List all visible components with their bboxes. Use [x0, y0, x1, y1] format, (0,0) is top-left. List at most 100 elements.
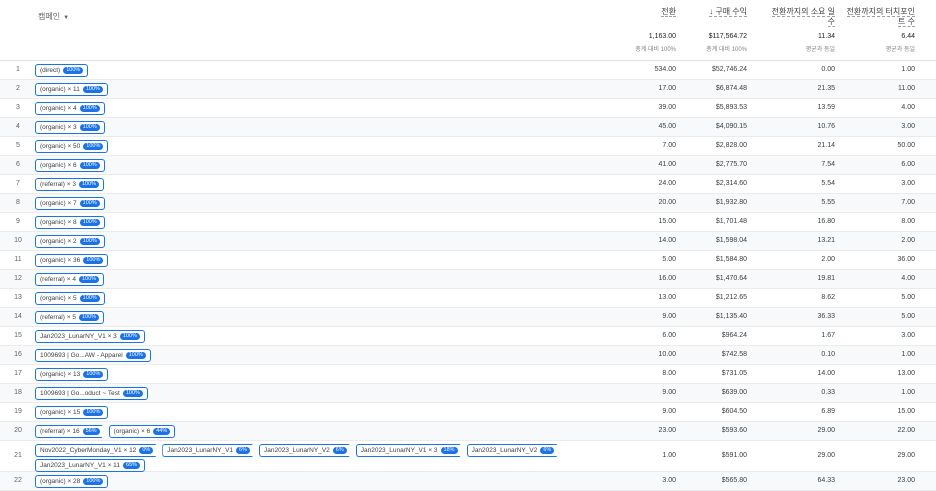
- path-step-share-badge: 100%: [79, 200, 100, 207]
- conversions-value: 7.00: [662, 142, 676, 149]
- path-step-chip[interactable]: (organic) × 4 100%: [35, 102, 105, 115]
- days-value: 0.33: [821, 389, 835, 396]
- path-step-share-badge: 100%: [63, 67, 84, 74]
- table-row[interactable]: 8 (organic) × 7 100% 20.00 $1,932.80 5.55 7.00: [0, 194, 936, 213]
- path-step-label: (organic) × 2: [40, 238, 77, 245]
- conversion-path: (organic) × 3 100%: [35, 121, 595, 134]
- table-row[interactable]: 10 (organic) × 2 100% 14.00 $1,598.04 13.21 2.…: [0, 232, 936, 251]
- table-row[interactable]: 20 (referral) × 16 56% (organic) × 6 44% 23.0…: [0, 422, 936, 441]
- conversion-path: (organic) × 6 100%: [35, 159, 595, 172]
- path-step-chip[interactable]: (organic) × 8 100%: [35, 216, 105, 229]
- days-value: 5.55: [821, 199, 835, 206]
- table-row[interactable]: 2 (organic) × 11 100% 17.00 $6,874.48 21.35 11…: [0, 80, 936, 99]
- conversions-value: 6.00: [662, 332, 676, 339]
- path-step-chip[interactable]: Jan2023_LunarNY_V1 × 3 100%: [35, 330, 145, 343]
- table-row[interactable]: 16 1009693 | Go...AW - Apparel 100% 10.00 $7…: [0, 346, 936, 365]
- path-step-label: Nov2022_CyberMonday_V1 × 12: [40, 447, 137, 454]
- path-step-share-badge: 100%: [82, 86, 103, 93]
- revenue-value: $1,470.64: [715, 275, 747, 282]
- path-step-chip[interactable]: (organic) × 11 100%: [35, 83, 108, 96]
- days-value: 10.76: [817, 123, 835, 130]
- conversion-path: (organic) × 36 100%: [35, 254, 595, 267]
- days-value: 16.80: [817, 218, 835, 225]
- path-step-label: (referral) × 16: [40, 428, 80, 435]
- path-step-chip[interactable]: (organic) × 6 100%: [35, 159, 105, 172]
- table-row[interactable]: 9 (organic) × 8 100% 15.00 $1,701.48 16.80 8.0…: [0, 213, 936, 232]
- metric-conversions[interactable]: 전환 1,163.00 총계 대비 100%: [635, 7, 676, 57]
- row-index: 7: [16, 180, 20, 187]
- table-row[interactable]: 6 (organic) × 6 100% 41.00 $2,775.70 7.54 6.00: [0, 156, 936, 175]
- conversions-value: 16.00: [658, 275, 676, 282]
- row-index: 16: [14, 351, 22, 358]
- table-row[interactable]: 19 (organic) × 15 100% 9.00 $604.50 6.89 15.00: [0, 403, 936, 422]
- table-row[interactable]: 14 (referral) × 5 100% 9.00 $1,135.40 36.33 5.…: [0, 308, 936, 327]
- touchpoints-value: 6.00: [901, 161, 915, 168]
- path-step-share-badge: 0%: [139, 447, 153, 454]
- path-step-chip[interactable]: 1009693 | Go...oduct ~ Test 100%: [35, 387, 148, 400]
- path-step-chip[interactable]: (organic) × 5 100%: [35, 292, 105, 305]
- path-step-label: (organic) × 4: [40, 105, 77, 112]
- revenue-value: $604.50: [721, 408, 747, 415]
- dimension-selector[interactable]: 캠페인 ▼: [38, 11, 69, 22]
- table-row[interactable]: 18 1009693 | Go...oduct ~ Test 100% 9.00 $63…: [0, 384, 936, 403]
- touchpoints-value: 1.00: [901, 66, 915, 73]
- path-step-label: 1009693 | Go...oduct ~ Test: [40, 390, 120, 397]
- days-value: 13.59: [817, 104, 835, 111]
- table-row[interactable]: 4 (organic) × 3 100% 45.00 $4,090.15 10.76 3.0…: [0, 118, 936, 137]
- touchpoints-value: 3.00: [901, 123, 915, 130]
- days-value: 6.89: [821, 408, 835, 415]
- row-index: 8: [16, 199, 20, 206]
- path-step-chip[interactable]: (organic) × 13 100%: [35, 368, 109, 381]
- path-step-chip[interactable]: (referral) × 4 100%: [35, 273, 105, 286]
- revenue-value: $964.24: [721, 332, 747, 339]
- table-row[interactable]: 3 (organic) × 4 100% 39.00 $5,893.53 13.59 4.0…: [0, 99, 936, 118]
- path-step-chip[interactable]: (organic) × 15 100%: [35, 406, 109, 419]
- path-step-chip[interactable]: Jan2023_LunarNY_V1 × 3 18%: [356, 444, 466, 457]
- path-step-chip[interactable]: Jan2023_LunarNY_V1 × 11 65%: [35, 459, 145, 472]
- metric-days-to-conversion[interactable]: 전환까지의 소요 일 수 11.34 평균과 동일: [771, 7, 835, 57]
- path-step-chip[interactable]: Nov2022_CyberMonday_V1 × 12 0%: [35, 444, 161, 457]
- metric-touchpoints-to-conversion[interactable]: 전환까지의 터치포인 트 수 6.44 평균과 동일: [846, 7, 915, 57]
- path-step-chip[interactable]: Jan2023_LunarNY_V1 6%: [162, 444, 258, 457]
- dimension-label: 캠페인: [38, 12, 61, 21]
- touchpoints-value: 4.00: [901, 104, 915, 111]
- path-step-chip[interactable]: (organic) × 50 100%: [35, 140, 109, 153]
- path-step-chip[interactable]: Jan2023_LunarNY_V2 6%: [259, 444, 355, 457]
- row-index: 15: [14, 332, 22, 339]
- revenue-value: $5,893.53: [715, 104, 747, 111]
- path-step-chip[interactable]: (referral) × 5 100%: [35, 311, 105, 324]
- table-row[interactable]: 7 (referral) × 3 100% 24.00 $2,314.60 5.54 3.0…: [0, 175, 936, 194]
- path-step-chip[interactable]: Jan2023_LunarNY_V2 6%: [467, 444, 563, 457]
- touchpoints-value: 23.00: [897, 477, 915, 484]
- touchpoints-value: 3.00: [901, 180, 915, 187]
- path-step-chip[interactable]: 1009693 | Go...AW - Apparel 100%: [35, 349, 151, 362]
- path-step-chip[interactable]: (organic) × 6 44%: [108, 425, 176, 438]
- revenue-value: $2,314.60: [715, 180, 747, 187]
- conversions-value: 17.00: [658, 85, 676, 92]
- table-row[interactable]: 15 Jan2023_LunarNY_V1 × 3 100% 6.00 $964.24 1…: [0, 327, 936, 346]
- path-step-chip[interactable]: (organic) × 7 100%: [35, 197, 105, 210]
- touchpoints-value: 13.00: [897, 370, 915, 377]
- path-step-chip[interactable]: (direct) 100%: [35, 64, 89, 77]
- conversions-value: 9.00: [662, 313, 676, 320]
- revenue-value: $1,135.40: [715, 313, 747, 320]
- table-row[interactable]: 17 (organic) × 13 100% 8.00 $731.05 14.00 13.0…: [0, 365, 936, 384]
- table-row[interactable]: 12 (referral) × 4 100% 16.00 $1,470.64 19.81 4…: [0, 270, 936, 289]
- table-row[interactable]: 13 (organic) × 5 100% 13.00 $1,212.65 8.62 5.0…: [0, 289, 936, 308]
- table-row[interactable]: 11 (organic) × 36 100% 5.00 $1,584.80 2.00 36.…: [0, 251, 936, 270]
- path-step-chip[interactable]: (referral) × 16 56%: [35, 425, 108, 438]
- path-step-share-badge: 44%: [153, 428, 171, 435]
- table-row[interactable]: 21 Nov2022_CyberMonday_V1 × 12 0% Jan2023_L…: [0, 441, 936, 472]
- path-step-chip[interactable]: (organic) × 2 100%: [35, 235, 105, 248]
- table-row[interactable]: 1 (direct) 100% 534.00 $52,746.24 0.00 1.00: [0, 61, 936, 80]
- days-value: 19.81: [817, 275, 835, 282]
- path-step-chip[interactable]: (organic) × 3 100%: [35, 121, 105, 134]
- revenue-value: $1,598.04: [715, 237, 747, 244]
- path-step-chip[interactable]: (referral) × 3 100%: [35, 178, 105, 191]
- table-row[interactable]: 5 (organic) × 50 100% 7.00 $2,828.00 21.14 50.…: [0, 137, 936, 156]
- revenue-value: $593.60: [721, 427, 747, 434]
- path-step-chip[interactable]: (organic) × 36 100%: [35, 254, 109, 267]
- conversions-value: 14.00: [658, 237, 676, 244]
- path-step-share-badge: 100%: [78, 314, 100, 321]
- metric-purchase-revenue[interactable]: ↓ 구매 수익 $117,564.72 총계 대비 100%: [706, 7, 747, 57]
